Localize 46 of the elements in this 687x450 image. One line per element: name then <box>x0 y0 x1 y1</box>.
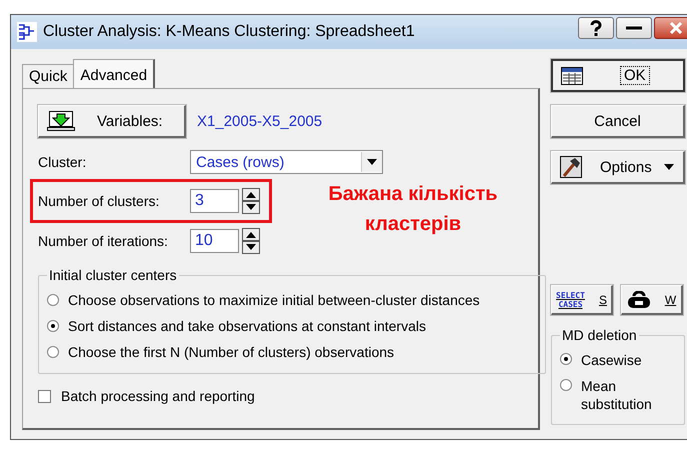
group-title: Initial cluster centers <box>48 267 178 283</box>
close-button[interactable] <box>654 17 687 39</box>
checkbox[interactable] <box>38 390 51 402</box>
radio-button[interactable] <box>47 346 59 358</box>
dropdown-arrow-icon <box>367 159 377 165</box>
number-field[interactable]: 3 <box>190 189 239 213</box>
dendrogram-icon <box>17 22 37 42</box>
radio-button[interactable] <box>47 294 59 306</box>
radio-label: Casewise <box>581 351 642 369</box>
tab[interactable]: Advanced <box>73 59 156 88</box>
minimize-button[interactable] <box>616 17 652 39</box>
field-label: Number of clusters: <box>38 193 160 209</box>
radio-button[interactable] <box>560 379 572 391</box>
weight-icon <box>626 290 651 308</box>
variables-button[interactable]: Variables: <box>38 105 186 138</box>
field-label: Number of iterations: <box>38 233 169 249</box>
radio-button[interactable] <box>47 320 59 332</box>
help-button[interactable] <box>578 17 614 39</box>
tab[interactable]: Quick <box>22 64 74 88</box>
cluster-dropdown[interactable]: Cases (rows) <box>190 150 383 174</box>
close-icon <box>669 22 683 34</box>
checkbox-label: Batch processing and reporting <box>61 388 255 404</box>
options-button[interactable]: Options <box>551 151 685 184</box>
cancel-button[interactable]: Cancel <box>551 105 685 138</box>
weight-button[interactable]: W <box>621 285 683 315</box>
spinner-icon[interactable] <box>242 188 260 214</box>
download-icon <box>47 111 75 131</box>
ok-button[interactable]: OK <box>551 59 685 92</box>
annotation-text: Бажана кількість кластерів <box>327 182 499 237</box>
select-cases-button[interactable]: SELECT CASES S <box>551 285 613 315</box>
spinner-icon[interactable] <box>242 228 260 254</box>
hammer-icon <box>560 156 582 178</box>
table-icon <box>561 66 583 84</box>
variables-value: X1_2005-X5_2005 <box>197 113 322 130</box>
radio-label: Mean substitution <box>581 377 653 413</box>
radio-label: Choose observations to maximize initial between-cluster distances <box>68 292 480 308</box>
help-icon <box>590 20 602 36</box>
minimize-icon <box>626 26 642 30</box>
radio-label: Sort distances and take observations at constant intervals <box>68 318 426 334</box>
radio-label: Choose the first N (Number of clusters) observations <box>68 344 394 360</box>
field-label: Cluster: <box>38 154 88 170</box>
radio-button[interactable] <box>560 353 572 365</box>
dropdown-arrow-icon <box>664 164 674 170</box>
number-field[interactable]: 10 <box>190 229 239 253</box>
group-title: MD deletion <box>561 327 638 343</box>
window-title: Cluster Analysis: K-Means Clustering: Spreadsheet1 <box>43 23 416 41</box>
